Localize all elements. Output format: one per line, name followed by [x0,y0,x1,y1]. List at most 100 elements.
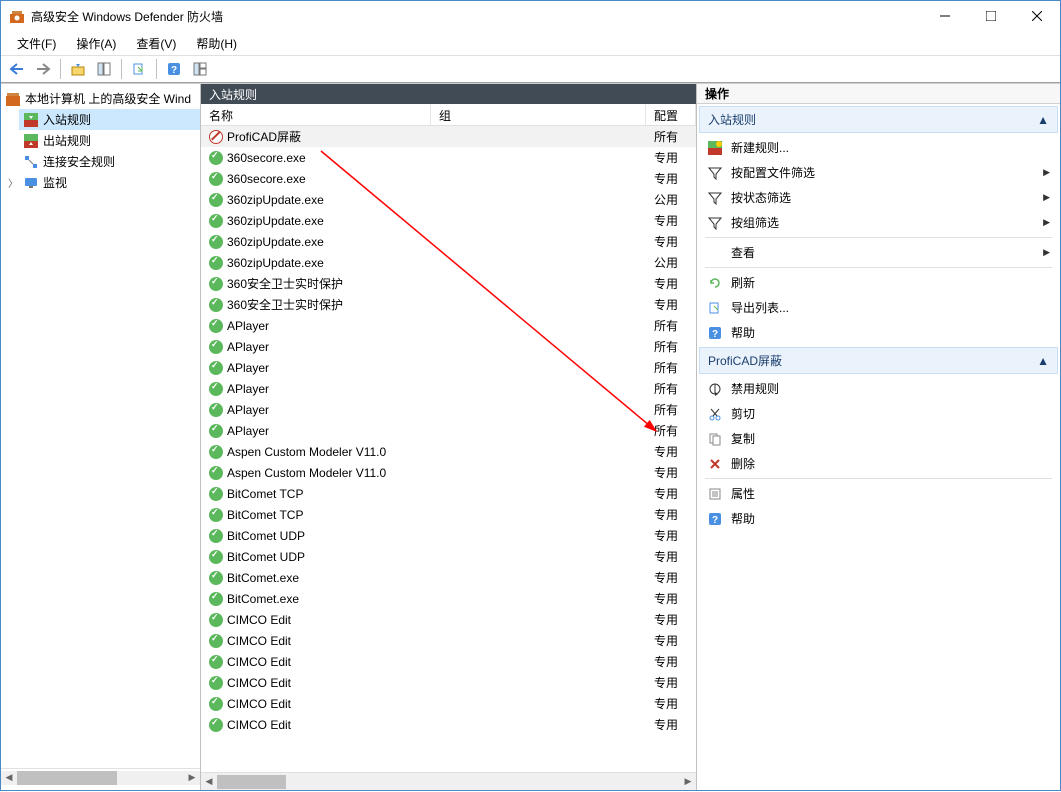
close-button[interactable] [1014,1,1060,31]
chevron-right-icon[interactable]: 〉 [7,175,19,190]
action-refresh[interactable]: 刷新 [697,270,1060,295]
section-selected[interactable]: ProfiCAD屏蔽 ▲ [699,347,1058,374]
action-filter-profile[interactable]: 按配置文件筛选 [697,160,1060,185]
tree-label: 出站规则 [43,132,91,149]
table-row[interactable]: BitComet.exe 专用 [201,588,696,609]
tree-outbound[interactable]: 出站规则 [19,130,200,151]
tree-monitor[interactable]: 〉 监视 [19,172,200,193]
table-row[interactable]: BitComet TCP专用 [201,483,696,504]
allow-icon [209,676,223,690]
tree-root[interactable]: 本地计算机 上的高级安全 Wind [1,88,200,109]
allow-icon [209,592,223,606]
help-button[interactable]: ? [162,58,186,80]
maximize-button[interactable] [968,1,1014,31]
table-row[interactable]: 360zipUpdate.exe公用 [201,189,696,210]
table-row[interactable]: BitComet UDP专用 [201,546,696,567]
allow-icon [209,655,223,669]
allow-icon [209,487,223,501]
table-row[interactable]: 360zipUpdate.exe公用 [201,252,696,273]
panels-button[interactable] [188,58,212,80]
table-row[interactable]: CIMCO Edit专用 [201,630,696,651]
table-row[interactable]: 360zipUpdate.exe专用 [201,210,696,231]
center-panel: 入站规则 名称 组 配置文件 ProfiCAD屏蔽所有360secore.exe… [201,84,697,790]
allow-icon [209,151,223,165]
table-row[interactable]: 360安全卫士实时保护专用 [201,294,696,315]
table-row[interactable]: APlayer所有 [201,378,696,399]
table-row[interactable]: ProfiCAD屏蔽所有 [201,126,696,147]
table-row[interactable]: 360安全卫士实时保护专用 [201,273,696,294]
table-row[interactable]: APlayer所有 [201,336,696,357]
rule-profile: 专用 [646,590,696,607]
action-cut[interactable]: 剪切 [697,401,1060,426]
menu-help[interactable]: 帮助(H) [188,32,245,55]
table-row[interactable]: BitComet UDP专用 [201,525,696,546]
separator-icon [121,59,122,79]
allow-icon [209,340,223,354]
show-hide-button[interactable] [92,58,116,80]
action-filter-state[interactable]: 按状态筛选 [697,185,1060,210]
export-button[interactable] [127,58,151,80]
up-button[interactable] [66,58,90,80]
tree-connsec[interactable]: 连接安全规则 [19,151,200,172]
firewall-icon [5,91,21,107]
action-export[interactable]: 导出列表... [697,295,1060,320]
rule-profile: 专用 [646,443,696,460]
menu-action[interactable]: 操作(A) [68,32,124,55]
separator-icon [705,267,1052,268]
action-copy[interactable]: 复制 [697,426,1060,451]
rule-profile: 专用 [646,233,696,250]
allow-icon [209,613,223,627]
svg-text:?: ? [712,329,718,340]
action-disable[interactable]: 禁用规则 [697,376,1060,401]
action-help[interactable]: ? 帮助 [697,320,1060,345]
menu-file[interactable]: 文件(F) [9,32,64,55]
table-row[interactable]: Aspen Custom Modeler V11.0专用 [201,441,696,462]
table-body: ProfiCAD屏蔽所有360secore.exe专用360secore.exe… [201,126,696,772]
minimize-button[interactable] [922,1,968,31]
back-button[interactable] [5,58,29,80]
tree-inbound[interactable]: 入站规则 [19,109,200,130]
rule-name: BitComet UDP [227,529,305,543]
table-row[interactable]: 360secore.exe专用 [201,168,696,189]
table-row[interactable]: APlayer所有 [201,315,696,336]
rule-name: APlayer [227,403,269,417]
tree-hscrollbar[interactable]: ◀ ▶ [1,768,200,786]
table-row[interactable]: 360zipUpdate.exe专用 [201,231,696,252]
rule-profile: 专用 [646,632,696,649]
table-row[interactable]: CIMCO Edit专用 [201,609,696,630]
allow-icon [209,214,223,228]
table-row[interactable]: APlayer所有 [201,357,696,378]
rule-name: CIMCO Edit [227,697,291,711]
action-view[interactable]: 查看 [697,240,1060,265]
table-row[interactable]: CIMCO Edit专用 [201,714,696,735]
forward-button[interactable] [31,58,55,80]
col-group[interactable]: 组 [431,104,646,125]
table-row[interactable]: CIMCO Edit专用 [201,672,696,693]
table-row[interactable]: CIMCO Edit专用 [201,651,696,672]
action-help[interactable]: ? 帮助 [697,506,1060,531]
table-row[interactable]: 360secore.exe专用 [201,147,696,168]
table-row[interactable]: CIMCO Edit专用 [201,693,696,714]
table-row[interactable]: Aspen Custom Modeler V11.0专用 [201,462,696,483]
table-row[interactable]: BitComet TCP专用 [201,504,696,525]
action-delete[interactable]: 删除 [697,451,1060,476]
titlebar: 高级安全 Windows Defender 防火墙 [1,1,1060,31]
center-hscrollbar[interactable]: ◀ ▶ [201,772,696,790]
table-row[interactable]: BitComet.exe专用 [201,567,696,588]
section-inbound[interactable]: 入站规则 ▲ [699,106,1058,133]
rule-name: BitComet UDP [227,550,305,564]
table-row[interactable]: APlayer所有 [201,420,696,441]
action-properties[interactable]: 属性 [697,481,1060,506]
action-filter-group[interactable]: 按组筛选 [697,210,1060,235]
col-name[interactable]: 名称 [201,104,431,125]
actions-title: 操作 [697,84,1060,104]
menu-view[interactable]: 查看(V) [128,32,184,55]
rule-name: BitComet.exe [227,592,299,606]
action-new-rule[interactable]: 新建规则... [697,135,1060,160]
col-profile[interactable]: 配置文件 [646,104,696,125]
table-row[interactable]: APlayer所有 [201,399,696,420]
rule-name: APlayer [227,340,269,354]
section-label: ProfiCAD屏蔽 [708,352,782,369]
rule-name: CIMCO Edit [227,718,291,732]
action-label: 刷新 [731,274,755,291]
